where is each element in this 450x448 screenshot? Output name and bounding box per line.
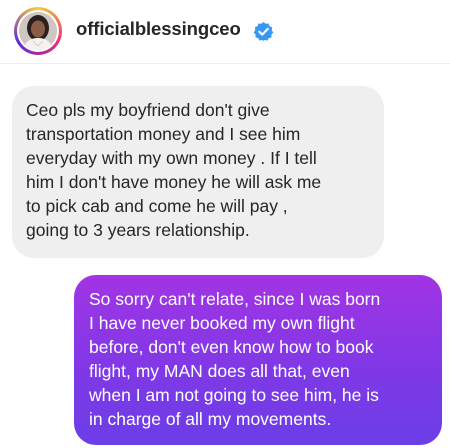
- avatar-inner-ring: [17, 10, 59, 52]
- received-message-bubble[interactable]: Ceo pls my boyfriend don't give transpor…: [12, 86, 384, 258]
- chat-header: officialblessingceo: [0, 0, 450, 64]
- username-label[interactable]: officialblessingceo: [76, 18, 241, 40]
- sent-message-bubble[interactable]: So sorry can't relate, since I was born …: [74, 275, 442, 445]
- person-icon: [19, 12, 57, 50]
- profile-avatar[interactable]: [14, 7, 62, 55]
- avatar-photo: [19, 12, 57, 50]
- verified-badge-icon: [253, 22, 274, 41]
